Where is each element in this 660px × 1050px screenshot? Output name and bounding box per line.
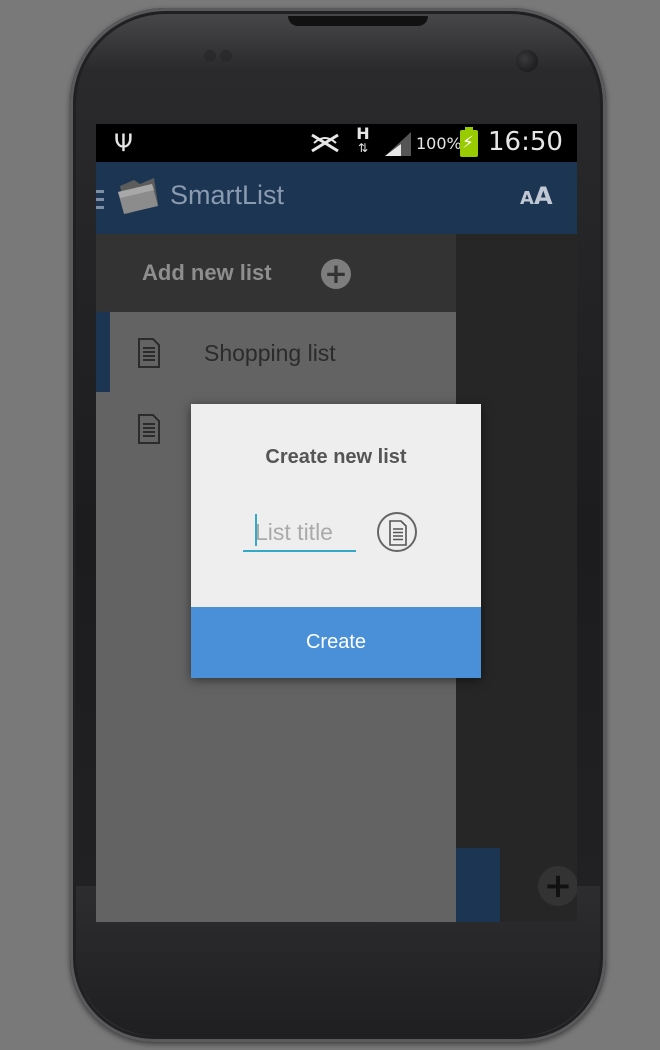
network-arrows-icon: ⇅ xyxy=(357,141,369,155)
battery-icon: ⚡ xyxy=(460,127,478,157)
font-size-button[interactable]: AA xyxy=(520,182,553,210)
add-new-list-row[interactable]: Add new list + xyxy=(96,234,456,312)
list-title-input[interactable] xyxy=(243,514,356,552)
battery-percent: 100% xyxy=(416,134,462,153)
phone-sensor xyxy=(204,50,216,62)
text-cursor xyxy=(255,514,257,546)
font-size-small-glyph: A xyxy=(520,188,534,209)
drawer-toggle-icon[interactable] xyxy=(96,190,104,212)
signal-icon xyxy=(385,132,411,156)
list-item[interactable]: Shopping list xyxy=(96,312,456,392)
app-logo-folder-icon[interactable] xyxy=(116,174,162,216)
add-item-button[interactable]: + xyxy=(538,866,577,906)
document-icon xyxy=(389,520,407,546)
create-list-dialog: Create new list Create xyxy=(191,404,481,678)
create-button[interactable]: Create xyxy=(191,607,481,678)
charging-bolt-icon: ⚡ xyxy=(462,133,474,153)
phone-sensor xyxy=(220,50,232,62)
plus-circle-icon[interactable]: + xyxy=(321,259,351,289)
document-icon xyxy=(138,338,160,368)
wifi-icon xyxy=(311,133,339,153)
network-type-icon: H ⇅ xyxy=(352,126,374,156)
add-new-list-label: Add new list xyxy=(142,260,272,285)
font-size-large-glyph: A xyxy=(533,182,553,210)
status-bar: Ψ H ⇅ 100% ⚡ 16:50 xyxy=(96,124,577,162)
list-item-label: Shopping list xyxy=(204,340,336,366)
list-type-icon-button[interactable] xyxy=(377,512,417,552)
phone-speaker xyxy=(288,16,428,26)
app-title: SmartList xyxy=(170,180,285,210)
screen: Ψ H ⇅ 100% ⚡ 16:50 SmartList AA + Add ne… xyxy=(96,124,577,922)
action-bar: SmartList AA xyxy=(96,162,577,234)
clock: 16:50 xyxy=(488,127,563,157)
selected-indicator xyxy=(96,312,110,392)
dialog-title: Create new list xyxy=(265,446,407,468)
bottom-panel xyxy=(456,848,500,922)
usb-icon: Ψ xyxy=(114,129,133,157)
front-camera xyxy=(516,50,538,72)
document-icon xyxy=(138,414,160,444)
